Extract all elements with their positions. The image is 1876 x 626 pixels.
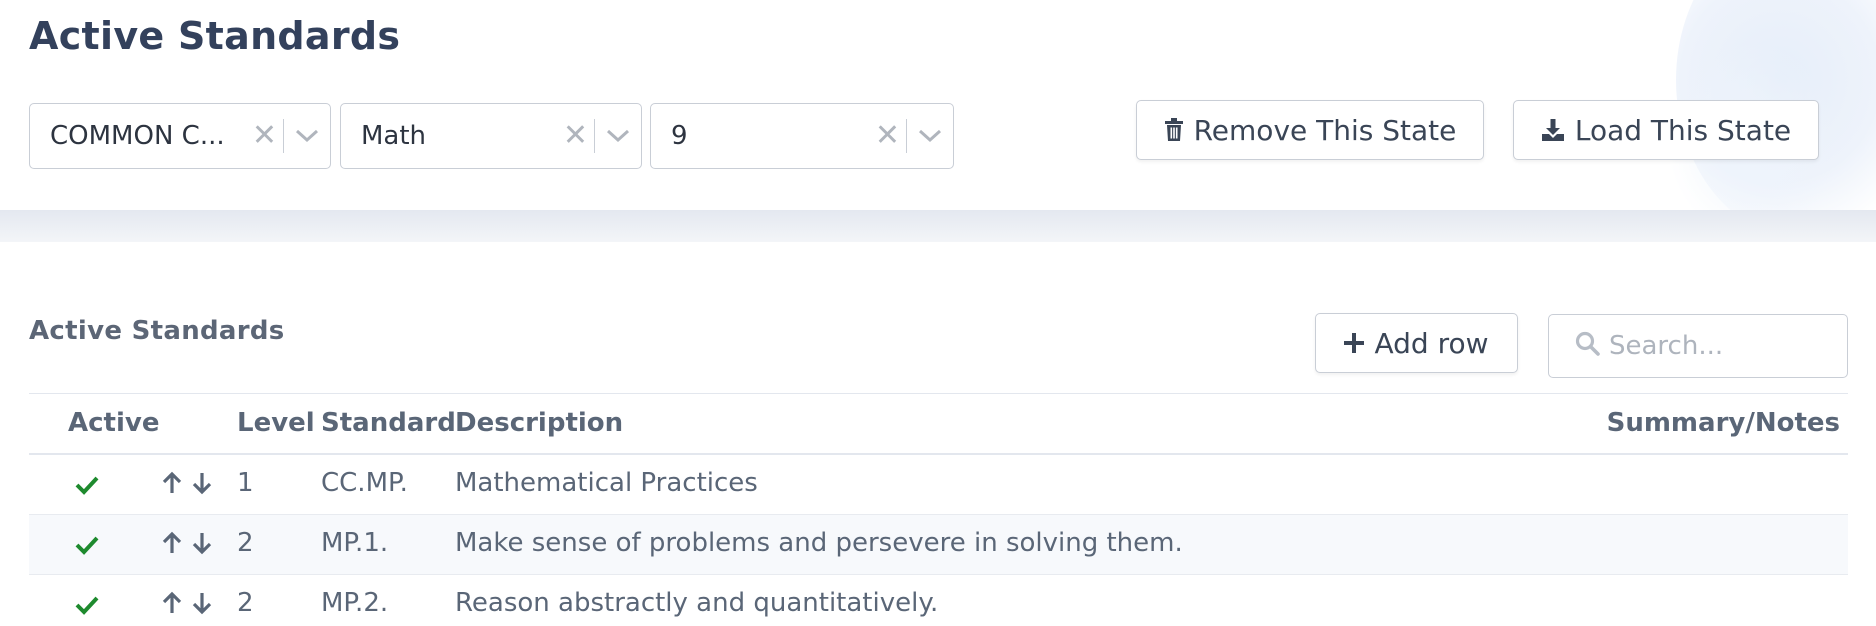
reorder-controls [161,471,213,502]
page-title: Active Standards [29,14,401,58]
arrow-down-icon[interactable] [191,591,213,622]
arrow-up-icon[interactable] [161,471,183,502]
state-select-value: COMMON C... [50,121,225,151]
close-icon[interactable]: ✕ [870,121,906,151]
remove-state-label: Remove This State [1193,113,1457,147]
table-header: Active Level Standard Description Summar… [29,393,1848,455]
cell-level: 2 [237,528,254,558]
plus-icon [1344,333,1365,353]
grade-select[interactable]: 9 ✕ [650,103,954,169]
section-title: Active Standards [29,316,285,346]
header-active[interactable]: Active [68,408,159,438]
cell-level: 1 [237,468,254,498]
search-input[interactable] [1609,331,1839,361]
remove-state-button[interactable]: Remove This State [1136,100,1484,160]
download-icon [1541,118,1565,142]
header-level[interactable]: Level [237,408,315,438]
table-row[interactable]: 2 MP.1. Make sense of problems and perse… [29,515,1848,575]
check-icon[interactable] [75,532,99,562]
search-icon [1575,331,1601,361]
state-select[interactable]: COMMON C... ✕ [29,103,331,169]
header-summary-notes[interactable]: Summary/Notes [1607,408,1840,438]
table-row[interactable]: 2 MP.2. Reason abstractly and quantitati… [29,575,1848,626]
close-icon[interactable]: ✕ [247,121,283,151]
cell-standard: MP.2. [321,588,389,618]
check-icon[interactable] [75,472,99,502]
load-state-button[interactable]: Load This State [1513,100,1819,160]
cell-description: Mathematical Practices [455,468,758,498]
cell-level: 2 [237,588,254,618]
header-description[interactable]: Description [455,408,623,438]
add-row-label: Add row [1374,326,1489,360]
arrow-down-icon[interactable] [191,471,213,502]
trash-icon [1164,118,1184,142]
load-state-label: Load This State [1574,113,1792,147]
standards-table: Active Level Standard Description Summar… [29,393,1848,626]
cell-standard: MP.1. [321,528,389,558]
chevron-down-icon[interactable] [595,129,641,143]
cell-standard: CC.MP. [321,468,408,498]
arrow-down-icon[interactable] [191,531,213,562]
subject-select[interactable]: Math ✕ [340,103,642,169]
search-field[interactable] [1548,314,1848,378]
subject-select-value: Math [361,121,427,151]
chevron-down-icon[interactable] [284,129,330,143]
header-standard[interactable]: Standard [321,408,456,438]
reorder-controls [161,591,213,622]
close-icon[interactable]: ✕ [558,121,594,151]
header-divider-band [0,210,1876,242]
grade-select-value: 9 [671,121,688,151]
arrow-up-icon[interactable] [161,531,183,562]
add-row-button[interactable]: Add row [1315,313,1518,373]
chevron-down-icon[interactable] [907,129,953,143]
cell-description: Reason abstractly and quantitatively. [455,588,939,618]
arrow-up-icon[interactable] [161,591,183,622]
cell-description: Make sense of problems and persevere in … [455,528,1183,558]
reorder-controls [161,531,213,562]
table-row[interactable]: 1 CC.MP. Mathematical Practices [29,455,1848,515]
check-icon[interactable] [75,592,99,622]
